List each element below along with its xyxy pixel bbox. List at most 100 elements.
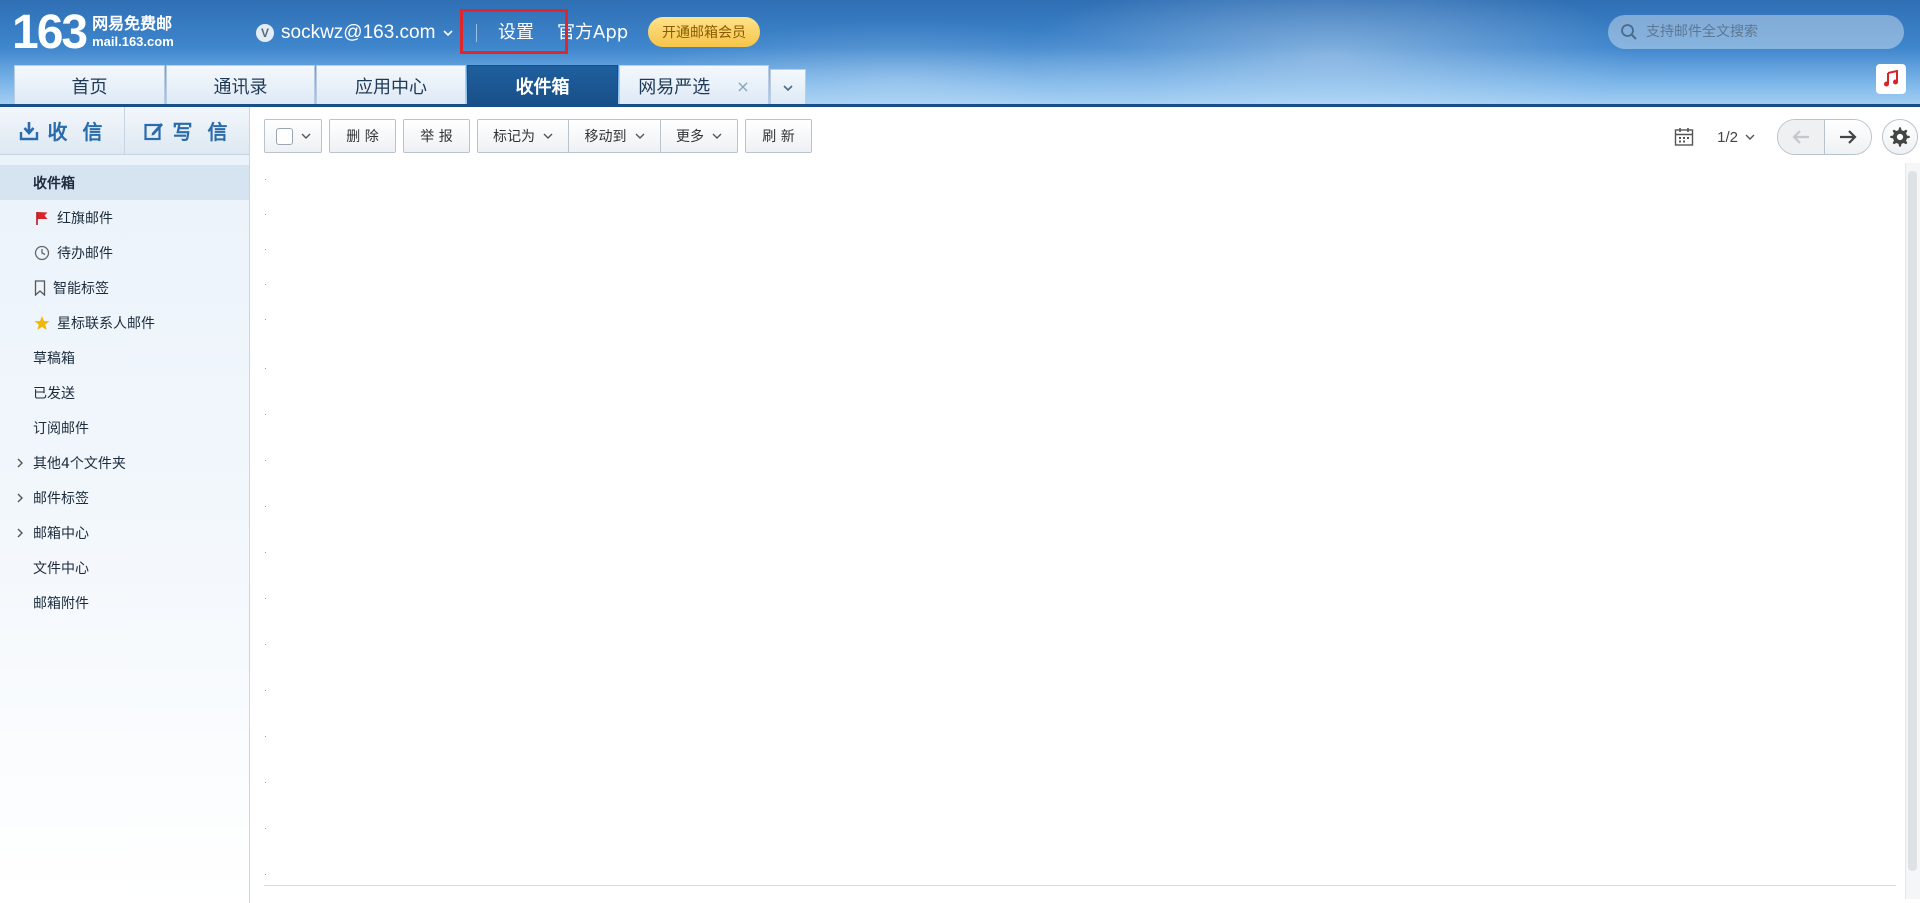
page-nav (1777, 119, 1872, 155)
tab-label: 应用中心 (355, 77, 427, 98)
music-button[interactable] (1876, 64, 1906, 94)
folder-attachments[interactable]: 邮箱附件 (0, 585, 249, 620)
clock-icon (33, 244, 51, 262)
refresh-button[interactable]: 刷 新 (745, 119, 812, 153)
page-number: 1/2 (1717, 128, 1738, 146)
tab-label: 收件箱 (515, 77, 570, 98)
tab-more-button[interactable] (770, 69, 806, 106)
folder-todo[interactable]: 待办邮件 (0, 235, 249, 270)
tab-yanxuan[interactable]: 网易严选 × (619, 65, 769, 106)
folder-drafts[interactable]: 草稿箱 (0, 340, 249, 375)
write-mail-label: 写 信 (172, 120, 232, 144)
search-box[interactable] (1608, 15, 1904, 49)
folder-inbox[interactable]: 收件箱 (0, 165, 249, 200)
chevron-right-icon[interactable] (14, 457, 26, 469)
compose-edit-icon (143, 122, 163, 140)
chevron-down-icon (712, 133, 722, 139)
search-icon (1621, 24, 1637, 40)
tab-home[interactable]: 首页 (14, 65, 165, 106)
logo-text: 网易免费邮 mail.163.com (92, 15, 174, 51)
pager: 1/2 (1673, 119, 1920, 155)
scrollbar[interactable] (1905, 163, 1920, 899)
chevron-right-icon[interactable] (14, 492, 26, 504)
more-dropdown[interactable]: 更多 (661, 119, 738, 153)
tab-label: 网易严选 (638, 77, 711, 98)
mark-move-more-group: 标记为 移动到 更多 (477, 119, 738, 153)
folder-smart-tags[interactable]: 智能标签 (0, 270, 249, 305)
prev-page-button[interactable] (1778, 120, 1824, 154)
list-bottom-divider (264, 885, 1896, 886)
folder-label: 待办邮件 (57, 245, 113, 262)
delete-button[interactable]: 删 除 (329, 119, 396, 153)
arrow-left-icon (1792, 130, 1809, 144)
more-label: 更多 (676, 129, 704, 145)
write-mail-button[interactable]: 写 信 (125, 107, 249, 154)
mail-list-panel: 删 除 举 报 标记为 移动到 更多 刷 新 1/2 (251, 107, 1920, 903)
settings-highlight-box (460, 9, 568, 54)
account-menu[interactable]: V sockwz@163.com (256, 20, 454, 46)
folder-starred-contacts[interactable]: 星标联系人邮件 (0, 305, 249, 340)
main-tabs: 首页 通讯录 应用中心 收件箱 网易严选 × (14, 65, 807, 106)
folder-label: 邮箱附件 (33, 595, 89, 612)
tab-label: 通讯录 (213, 77, 268, 98)
receive-mail-button[interactable]: 收 信 (0, 107, 124, 154)
chevron-down-icon (301, 133, 310, 139)
chevron-down-icon (783, 85, 793, 92)
logo-url: mail.163.com (92, 34, 174, 49)
search-input[interactable] (1644, 23, 1888, 41)
tab-app-center[interactable]: 应用中心 (316, 65, 466, 106)
vip-upgrade-button[interactable]: 开通邮箱会员 (648, 17, 760, 47)
account-email: sockwz@163.com (281, 22, 436, 43)
tab-contacts[interactable]: 通讯录 (166, 65, 315, 106)
logo-number: 163 (12, 6, 88, 59)
sidebar: 收 信 写 信 收件箱 红旗邮件 待办邮件 智能标签 星标联系人邮件 草稿箱 已… (0, 107, 250, 903)
close-icon[interactable]: × (736, 77, 749, 96)
logo-cn: 网易免费邮 (92, 14, 173, 33)
mark-as-label: 标记为 (493, 129, 535, 145)
folder-red-flag[interactable]: 红旗邮件 (0, 200, 249, 235)
tab-inbox[interactable]: 收件箱 (467, 65, 618, 106)
mark-as-dropdown[interactable]: 标记为 (477, 119, 569, 153)
folder-label: 收件箱 (33, 175, 75, 192)
settings-gear-button[interactable] (1882, 119, 1918, 155)
move-to-dropdown[interactable]: 移动到 (569, 119, 661, 153)
page-selector[interactable]: 1/2 (1717, 129, 1755, 146)
folder-other-folders[interactable]: 其他4个文件夹 (0, 445, 249, 480)
bookmark-icon (33, 279, 47, 297)
calendar-icon[interactable] (1673, 126, 1695, 148)
report-button[interactable]: 举 报 (403, 119, 470, 153)
folder-label: 星标联系人邮件 (57, 315, 155, 332)
inbox-download-icon (19, 121, 38, 140)
folder-file-center[interactable]: 文件中心 (0, 550, 249, 585)
folder-list: 收件箱 红旗邮件 待办邮件 智能标签 星标联系人邮件 草稿箱 已发送 订阅邮件 … (0, 165, 249, 620)
red-flag-icon (33, 209, 51, 227)
receive-mail-label: 收 信 (47, 120, 107, 144)
select-all-dropdown[interactable] (264, 119, 322, 153)
folder-label: 邮件标签 (33, 490, 89, 507)
chevron-down-icon (543, 133, 553, 139)
arrow-right-icon (1840, 130, 1857, 144)
gear-icon (1890, 127, 1910, 147)
top-header: 163 网易免费邮 mail.163.com V sockwz@163.com … (0, 0, 1920, 106)
select-all-checkbox[interactable] (275, 127, 293, 145)
chevron-down-icon (1745, 134, 1755, 140)
folder-mail-tags[interactable]: 邮件标签 (0, 480, 249, 515)
logo[interactable]: 163 网易免费邮 mail.163.com (12, 8, 174, 58)
tab-label: 首页 (71, 77, 108, 98)
chevron-down-icon (635, 133, 644, 139)
compose-bar: 收 信 写 信 (0, 107, 249, 155)
next-page-button[interactable] (1824, 120, 1871, 154)
folder-label: 订阅邮件 (33, 420, 89, 437)
folder-sent[interactable]: 已发送 (0, 375, 249, 410)
vip-level-icon: V (256, 24, 274, 42)
scrollbar-thumb[interactable] (1908, 171, 1917, 871)
folder-subscriptions[interactable]: 订阅邮件 (0, 410, 249, 445)
chevron-right-icon[interactable] (14, 527, 26, 539)
mail-toolbar: 删 除 举 报 标记为 移动到 更多 刷 新 (264, 119, 819, 153)
mail-list-empty (264, 163, 1904, 883)
folder-mail-center[interactable]: 邮箱中心 (0, 515, 249, 550)
folder-label: 红旗邮件 (57, 210, 113, 227)
mail-page: 163 网易免费邮 mail.163.com V sockwz@163.com … (0, 0, 1920, 903)
folder-label: 其他4个文件夹 (33, 455, 126, 472)
chevron-down-icon (443, 30, 454, 37)
